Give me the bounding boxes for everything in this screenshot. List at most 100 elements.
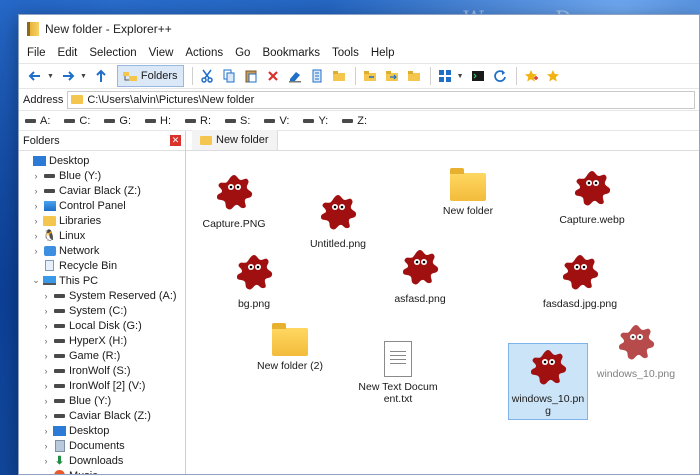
drive-button-g[interactable]: G:	[104, 115, 131, 127]
expand-chevron-icon[interactable]: ›	[41, 471, 51, 475]
expand-chevron-icon[interactable]: ›	[31, 171, 41, 181]
expand-chevron-icon[interactable]: ›	[31, 216, 41, 226]
menu-selection[interactable]: Selection	[83, 47, 142, 59]
file-item[interactable]: Capture.webp	[552, 167, 632, 226]
rename-icon[interactable]	[285, 66, 305, 86]
menu-actions[interactable]: Actions	[179, 47, 229, 59]
tree-item[interactable]: › System Reserved (A:)	[19, 288, 185, 303]
menu-tools[interactable]: Tools	[326, 47, 365, 59]
tree-item[interactable]: › Libraries	[19, 213, 185, 228]
expand-chevron-icon[interactable]: ›	[31, 231, 41, 241]
expand-chevron-icon[interactable]: ›	[41, 456, 51, 466]
copy-to-icon[interactable]	[360, 66, 380, 86]
tree-item[interactable]: › System (C:)	[19, 303, 185, 318]
paste-icon[interactable]	[241, 66, 261, 86]
tree-item-label: Libraries	[59, 214, 102, 227]
file-item[interactable]: windows_10.png	[596, 321, 676, 380]
file-item[interactable]: Capture.PNG	[194, 171, 274, 230]
menu-view[interactable]: View	[143, 47, 180, 59]
folder-item[interactable]: New folder (2)	[250, 323, 330, 372]
expand-chevron-icon[interactable]: ›	[41, 381, 51, 391]
tree-item[interactable]: › ⬇ Downloads	[19, 453, 185, 468]
close-icon[interactable]: ✕	[170, 135, 181, 146]
tree-item[interactable]: › Music	[19, 468, 185, 475]
expand-chevron-icon[interactable]: ›	[41, 351, 51, 361]
menu-file[interactable]: File	[21, 47, 52, 59]
file-item[interactable]: asfasd.png	[380, 246, 460, 305]
address-input[interactable]: C:\Users\alvin\Pictures\New folder	[67, 90, 695, 109]
tab-new-folder[interactable]: New folder	[192, 130, 278, 150]
new-folder-icon[interactable]	[329, 66, 349, 86]
expand-chevron-icon[interactable]: ›	[31, 246, 41, 256]
expand-chevron-icon[interactable]: ›	[41, 366, 51, 376]
forward-arrow-icon[interactable]	[58, 66, 78, 86]
tree-item[interactable]: › IronWolf [2] (V:)	[19, 378, 185, 393]
drive-button-a[interactable]: A:	[25, 115, 50, 127]
expand-chevron-icon[interactable]: ›	[41, 396, 51, 406]
file-item[interactable]: fasdasd.jpg.png	[540, 251, 620, 310]
file-item[interactable]: New Text Document.txt	[358, 341, 438, 405]
tree-item[interactable]: ⌄ This PC	[19, 273, 185, 288]
tree-item[interactable]: Recycle Bin	[19, 258, 185, 273]
tree-item[interactable]: › Blue (Y:)	[19, 393, 185, 408]
tree-item[interactable]: › Caviar Black (Z:)	[19, 408, 185, 423]
tree-item[interactable]: › Game (R:)	[19, 348, 185, 363]
refresh-icon[interactable]	[490, 66, 510, 86]
add-bookmark-icon[interactable]	[521, 66, 541, 86]
cut-icon[interactable]	[197, 66, 217, 86]
back-dropdown-icon[interactable]: ▼	[47, 73, 54, 80]
drive-button-c[interactable]: C:	[64, 115, 90, 127]
expand-chevron-icon[interactable]: ›	[31, 186, 41, 196]
file-name-label: bg.png	[237, 298, 271, 310]
views-dropdown-icon[interactable]: ▼	[457, 73, 464, 80]
tree-item[interactable]: Desktop	[19, 153, 185, 168]
drive-button-z[interactable]: Z:	[342, 115, 367, 127]
folders-toggle-button[interactable]: Folders	[116, 65, 184, 87]
file-item[interactable]: bg.png	[214, 251, 294, 310]
file-item[interactable]: Untitled.png	[298, 191, 378, 250]
back-arrow-icon[interactable]	[25, 66, 45, 86]
up-arrow-icon[interactable]	[91, 66, 111, 86]
tree-item[interactable]: › Documents	[19, 438, 185, 453]
expand-chevron-icon[interactable]: ›	[31, 201, 41, 211]
drive-button-h[interactable]: H:	[145, 115, 171, 127]
expand-chevron-icon[interactable]: ›	[41, 306, 51, 316]
tree-item[interactable]: › Control Panel	[19, 198, 185, 213]
drive-icon	[53, 380, 66, 391]
drive-label: G:	[119, 114, 132, 127]
command-prompt-icon[interactable]	[468, 66, 488, 86]
tree-item[interactable]: › Local Disk (G:)	[19, 318, 185, 333]
drive-button-r[interactable]: R:	[185, 115, 211, 127]
tree-item[interactable]: › Desktop	[19, 423, 185, 438]
expand-chevron-icon[interactable]: ⌄	[31, 275, 41, 286]
file-item[interactable]: windows_10.png	[508, 343, 588, 420]
menu-help[interactable]: Help	[365, 47, 401, 59]
views-icon[interactable]	[435, 66, 455, 86]
expand-chevron-icon[interactable]: ›	[41, 291, 51, 301]
menu-bookmarks[interactable]: Bookmarks	[256, 47, 326, 59]
tree-item[interactable]: › Network	[19, 243, 185, 258]
copy-icon[interactable]	[219, 66, 239, 86]
drive-button-v[interactable]: V:	[264, 115, 289, 127]
properties-icon[interactable]	[307, 66, 327, 86]
expand-chevron-icon[interactable]: ›	[41, 411, 51, 421]
tree-item[interactable]: › 🐧 Linux	[19, 228, 185, 243]
expand-chevron-icon[interactable]: ›	[41, 321, 51, 331]
forward-dropdown-icon[interactable]: ▼	[80, 73, 87, 80]
tree-item[interactable]: › IronWolf (S:)	[19, 363, 185, 378]
folder-options-icon[interactable]	[404, 66, 424, 86]
menu-edit[interactable]: Edit	[52, 47, 84, 59]
delete-icon[interactable]	[263, 66, 283, 86]
tree-item[interactable]: › Caviar Black (Z:)	[19, 183, 185, 198]
tree-item[interactable]: › HyperX (H:)	[19, 333, 185, 348]
expand-chevron-icon[interactable]: ›	[41, 441, 51, 451]
drive-button-y[interactable]: Y:	[303, 115, 328, 127]
bookmarks-icon[interactable]	[543, 66, 563, 86]
menu-go[interactable]: Go	[229, 47, 256, 59]
expand-chevron-icon[interactable]: ›	[41, 336, 51, 346]
expand-chevron-icon[interactable]: ›	[41, 426, 51, 436]
tree-item[interactable]: › Blue (Y:)	[19, 168, 185, 183]
move-to-icon[interactable]	[382, 66, 402, 86]
folder-item[interactable]: New folder	[428, 168, 508, 217]
drive-button-s[interactable]: S:	[225, 115, 250, 127]
